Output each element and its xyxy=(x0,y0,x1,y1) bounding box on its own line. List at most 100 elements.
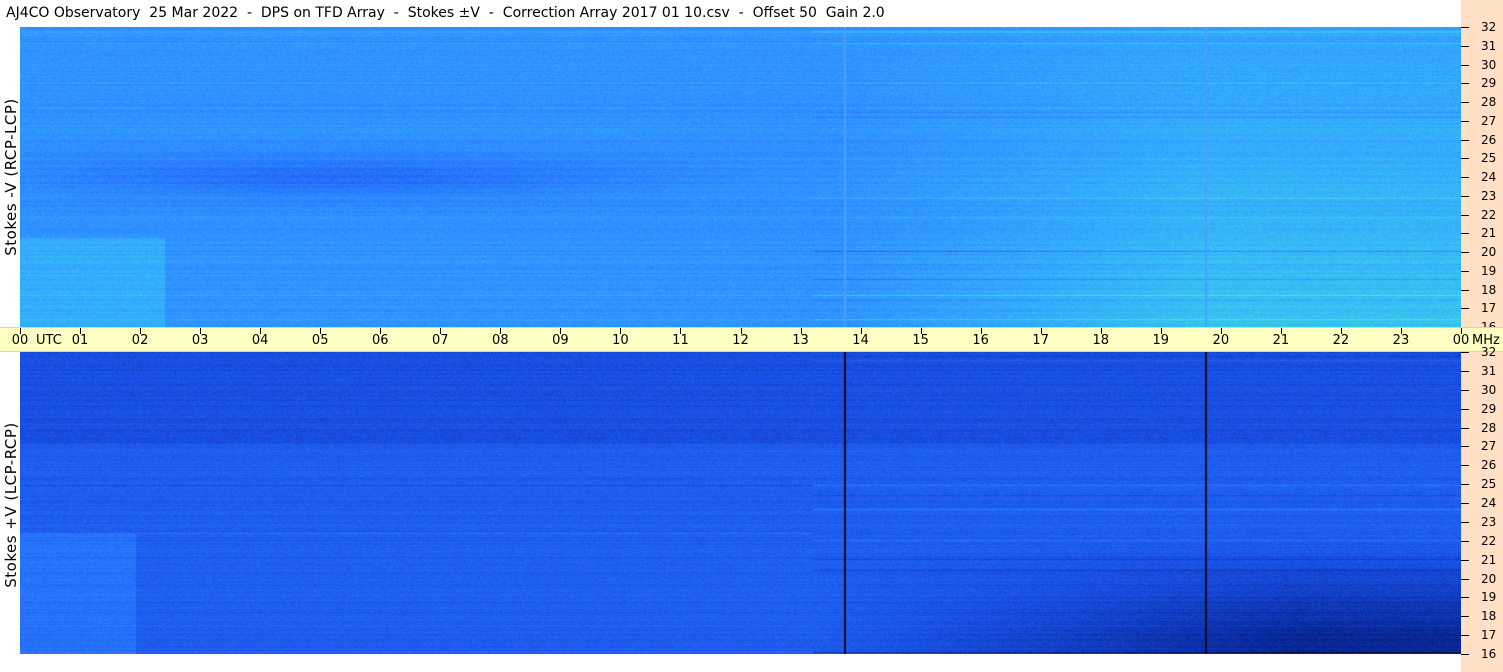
frequency-tick-label: 23 xyxy=(1481,188,1497,203)
frequency-tick-label: 24 xyxy=(1481,170,1497,184)
frequency-tick xyxy=(1461,252,1469,253)
frequency-tick xyxy=(1461,370,1469,372)
top-spectrogram-canvas xyxy=(20,27,1461,327)
frequency-tick-label: 22 xyxy=(1481,207,1497,222)
frequency-tick-label: 21 xyxy=(1481,552,1497,567)
frequency-tick-label: 17 xyxy=(1481,301,1497,316)
frequency-tick xyxy=(1461,233,1469,235)
frequency-tick-label: 30 xyxy=(1481,382,1497,397)
frequency-tick-label: 27 xyxy=(1481,439,1497,454)
frequency-tick xyxy=(1461,616,1469,618)
frequency-tick xyxy=(1461,102,1469,103)
time-tick-label: 13 xyxy=(792,333,809,348)
frequency-tick xyxy=(1461,158,1469,160)
time-tick-label: 17 xyxy=(1032,333,1049,348)
frequency-tick xyxy=(1461,64,1469,66)
frequency-tick-label: 32 xyxy=(1481,20,1497,34)
time-tick-label: 05 xyxy=(311,333,329,348)
frequency-tick-label: 32 xyxy=(1481,345,1497,359)
frequency-tick xyxy=(1461,597,1469,599)
frequency-tick xyxy=(1461,635,1469,637)
frequency-tick-label: 18 xyxy=(1481,282,1497,297)
frequency-tick xyxy=(1461,352,1469,353)
time-tick-label: 19 xyxy=(1152,333,1170,348)
time-tick-label: 07 xyxy=(432,333,449,348)
time-tick-label: 23 xyxy=(1392,333,1410,348)
frequency-tick-label: 31 xyxy=(1481,38,1497,53)
frequency-tick-label: 29 xyxy=(1481,401,1497,416)
frequency-tick-label: 25 xyxy=(1481,151,1497,166)
time-tick-label: 16 xyxy=(972,333,989,348)
bottom-spectrogram-canvas xyxy=(20,352,1461,654)
frequency-tick xyxy=(1461,503,1469,504)
frequency-tick xyxy=(1461,578,1469,580)
frequency-tick xyxy=(1461,214,1469,216)
frequency-tick-label: 19 xyxy=(1481,590,1497,605)
time-tick-label: 22 xyxy=(1332,333,1350,348)
top-spectrogram xyxy=(20,27,1461,327)
frequency-tick xyxy=(1461,27,1469,28)
frequency-tick-label: 31 xyxy=(1481,363,1497,378)
time-tick-label: 14 xyxy=(852,333,869,348)
frequency-tick xyxy=(1461,408,1469,410)
frequency-tick-label: 26 xyxy=(1481,458,1497,473)
frequency-tick xyxy=(1461,289,1469,291)
frequency-tick xyxy=(1461,654,1469,655)
frequency-tick xyxy=(1461,308,1469,310)
frequency-tick-label: 20 xyxy=(1481,245,1497,259)
frequency-tick-label: 29 xyxy=(1481,76,1497,91)
bottom-y-axis-label: Stokes +V (LCP-RCP) xyxy=(2,422,20,588)
time-tick-label: 20 xyxy=(1212,333,1230,348)
frequency-tick xyxy=(1461,446,1469,448)
frequency-tick xyxy=(1461,559,1469,561)
time-tick-label: 08 xyxy=(492,333,509,348)
frequency-tick-label: 22 xyxy=(1481,533,1497,548)
time-tick-label: 21 xyxy=(1272,333,1290,348)
time-tick-label: 02 xyxy=(131,333,149,348)
frequency-tick xyxy=(1461,139,1469,141)
time-tick-label: 06 xyxy=(371,333,389,348)
frequency-tick xyxy=(1461,120,1469,122)
frequency-tick xyxy=(1461,521,1469,523)
time-tick-label: 00 xyxy=(11,333,29,348)
frequency-tick xyxy=(1461,540,1469,542)
frequency-tick xyxy=(1461,195,1469,197)
time-tick-label: 09 xyxy=(552,333,569,348)
frequency-tick-label: 28 xyxy=(1481,95,1497,109)
frequency-tick-label: 23 xyxy=(1481,514,1497,529)
frequency-tick xyxy=(1461,389,1469,391)
frequency-tick-label: 18 xyxy=(1481,609,1497,624)
frequency-tick-label: 30 xyxy=(1481,57,1497,72)
frequency-tick-label: 20 xyxy=(1481,571,1497,586)
frequency-tick-label: 24 xyxy=(1481,496,1497,510)
time-tick-label: 04 xyxy=(251,333,269,348)
time-tick-label: 10 xyxy=(612,333,629,348)
frequency-tick-label: 17 xyxy=(1481,628,1497,643)
frequency-tick xyxy=(1461,427,1469,429)
top-frequency-scale: 3231302928272625242322212019181716 xyxy=(1461,0,1503,333)
spectrogram-window: AJ4CO Observatory 25 Mar 2022 - DPS on T… xyxy=(0,0,1503,672)
utc-time-axis: UTC MHz 00 01 02 03 04 05 06 07 08 09 10 11 12 13 14 15… xyxy=(0,327,1503,352)
frequency-tick xyxy=(1461,465,1469,467)
time-tick-label: 11 xyxy=(672,333,689,348)
time-tick-label: 15 xyxy=(912,333,929,348)
chart-title: AJ4CO Observatory 25 Mar 2022 - DPS on T… xyxy=(6,5,885,21)
frequency-tick-label: 16 xyxy=(1481,647,1497,661)
frequency-tick-label: 26 xyxy=(1481,132,1497,147)
frequency-tick-label: 21 xyxy=(1481,226,1497,241)
frequency-tick xyxy=(1461,270,1469,272)
frequency-tick-label: 25 xyxy=(1481,477,1497,492)
utc-unit-label: UTC xyxy=(36,333,62,348)
frequency-tick xyxy=(1461,83,1469,85)
time-tick-label: 03 xyxy=(191,333,209,348)
frequency-tick xyxy=(1461,45,1469,47)
frequency-tick xyxy=(1461,484,1469,486)
time-tick-label: 18 xyxy=(1092,333,1110,348)
frequency-tick-label: 28 xyxy=(1481,420,1497,435)
bottom-spectrogram xyxy=(20,352,1461,654)
time-tick-label: 00 xyxy=(1452,333,1470,348)
time-tick-label: 12 xyxy=(732,333,749,348)
top-y-axis-label: Stokes -V (RCP-LCP) xyxy=(2,98,20,256)
frequency-tick xyxy=(1461,177,1469,178)
frequency-tick-label: 27 xyxy=(1481,113,1497,128)
